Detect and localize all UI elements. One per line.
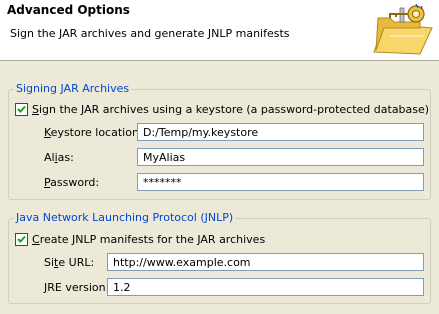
checkbox-box[interactable]: [15, 103, 28, 116]
alias-label: Alias:: [44, 151, 74, 164]
jnlp-group: Java Network Launching Protocol (JNLP) C…: [8, 211, 431, 304]
folder-with-key-icon: [373, 3, 433, 55]
keystore-location-label: Keystore location:: [44, 126, 143, 139]
site-url-label: Site URL:: [44, 256, 95, 269]
checkmark-icon: [17, 105, 26, 113]
password-input[interactable]: [137, 173, 424, 191]
alias-input[interactable]: [137, 148, 424, 166]
page-title: Advanced Options: [7, 3, 130, 17]
signing-group-title: Signing JAR Archives: [14, 82, 132, 96]
create-jnlp-label: Create JNLP manifests for the JAR archiv…: [32, 233, 266, 246]
jre-version-label: JRE version:: [44, 281, 110, 294]
checkbox-box[interactable]: [15, 233, 28, 246]
site-url-input[interactable]: [107, 253, 424, 271]
jre-version-input[interactable]: [107, 278, 424, 296]
signing-group: Signing JAR Archives Sign the JAR archiv…: [8, 82, 431, 200]
checkmark-icon: [17, 235, 26, 243]
page-description: Sign the JAR archives and generate JNLP …: [10, 27, 290, 40]
password-label: Password:: [44, 176, 100, 189]
jnlp-group-title: Java Network Launching Protocol (JNLP): [14, 211, 236, 225]
keystore-location-input[interactable]: [137, 123, 424, 141]
sign-jars-label: Sign the JAR archives using a keystore (…: [32, 103, 430, 116]
wizard-header: Advanced Options Sign the JAR archives a…: [0, 0, 439, 61]
